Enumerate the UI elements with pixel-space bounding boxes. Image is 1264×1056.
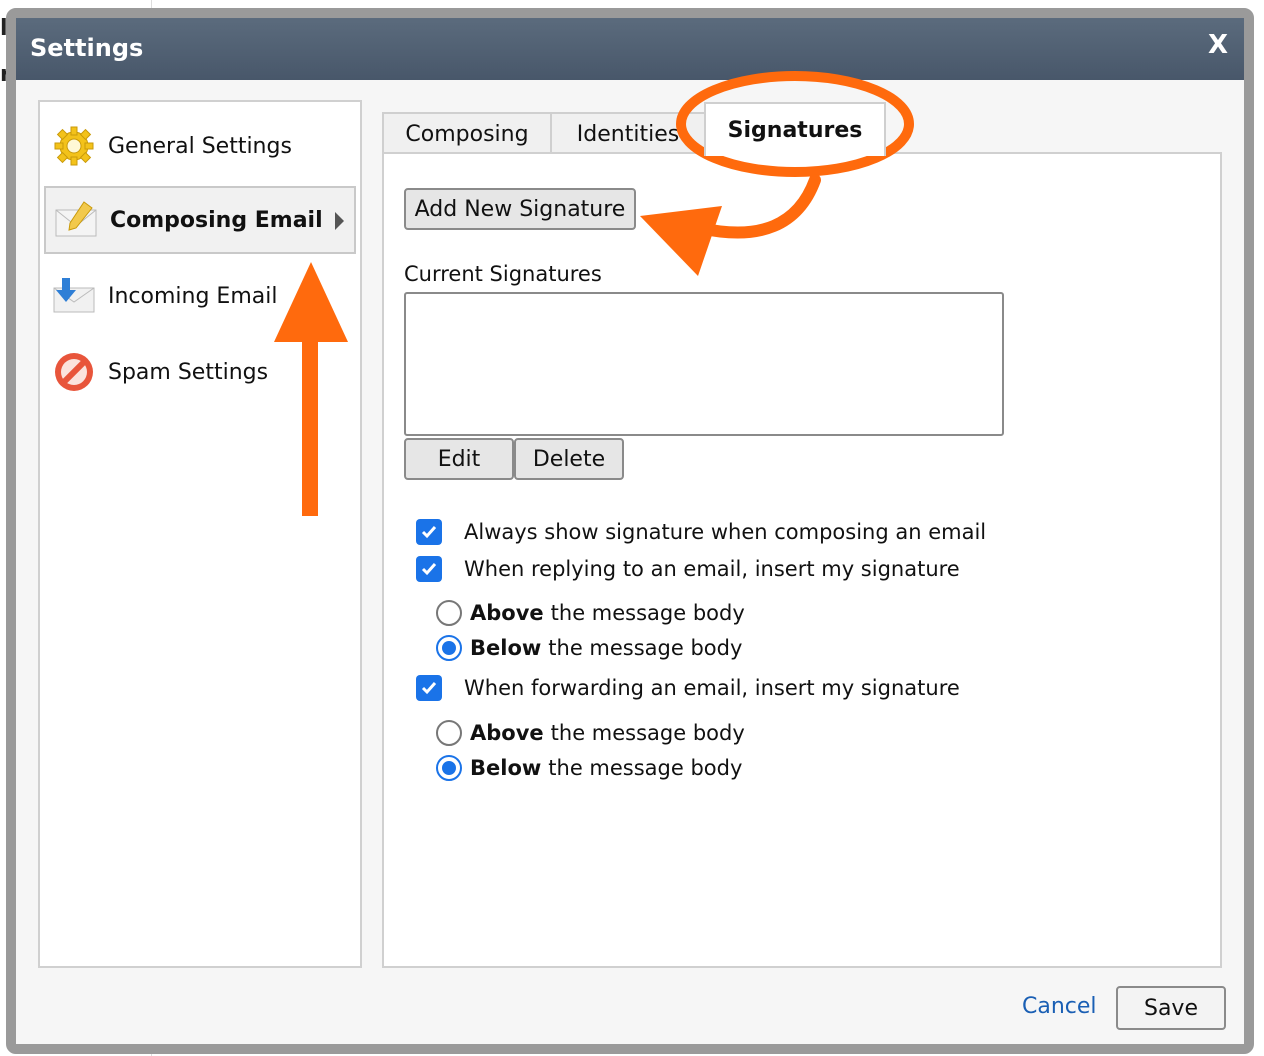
tab-signatures[interactable]: Signatures xyxy=(704,102,886,156)
settings-sidebar: General Settings Composing Email Incomin… xyxy=(38,100,362,968)
option-label: When forwarding an email, insert my sign… xyxy=(464,676,960,700)
reply-checkbox[interactable] xyxy=(416,556,442,582)
signatures-list[interactable] xyxy=(404,292,1004,436)
dialog-title: Settings xyxy=(30,34,144,62)
option-label-bold: Above xyxy=(470,601,544,625)
reply-above-option: Above the message body xyxy=(436,600,745,626)
tab-label: Identities xyxy=(576,121,680,147)
forward-below-option: Below the message body xyxy=(436,755,742,781)
chevron-right-icon xyxy=(335,212,344,230)
edit-button[interactable]: Edit xyxy=(404,438,514,480)
sidebar-item-composing-email[interactable]: Composing Email xyxy=(44,186,356,254)
tab-label: Composing xyxy=(405,121,529,147)
tab-label: Signatures xyxy=(727,117,863,143)
forward-above-radio[interactable] xyxy=(436,720,462,746)
sidebar-item-label: Spam Settings xyxy=(108,359,269,385)
sidebar-item-spam-settings[interactable]: Spam Settings xyxy=(44,338,356,406)
signatures-panel: Add New Signature Current Signatures Edi… xyxy=(382,152,1222,968)
sidebar-item-general-settings[interactable]: General Settings xyxy=(44,112,356,180)
close-icon[interactable]: X xyxy=(1208,30,1228,60)
no-entry-icon xyxy=(52,350,96,394)
reply-below-radio[interactable] xyxy=(436,635,462,661)
forward-checkbox[interactable] xyxy=(416,675,442,701)
checkmark-icon xyxy=(421,563,437,576)
cancel-link[interactable]: Cancel xyxy=(1022,994,1097,1019)
always-show-checkbox[interactable] xyxy=(416,519,442,545)
reply-below-option: Below the message body xyxy=(436,635,742,661)
add-new-signature-button[interactable]: Add New Signature xyxy=(404,188,636,230)
option-label: the message body xyxy=(548,636,743,660)
sidebar-item-label: Composing Email xyxy=(110,207,323,233)
checkmark-icon xyxy=(421,526,437,539)
checkmark-icon xyxy=(421,682,437,695)
option-label-bold: Below xyxy=(470,756,542,780)
option-label: the message body xyxy=(550,601,745,625)
tab-identities[interactable]: Identities xyxy=(550,112,706,154)
option-label: When replying to an email, insert my sig… xyxy=(464,557,960,581)
reply-signature-option: When replying to an email, insert my sig… xyxy=(416,556,960,582)
forward-below-radio[interactable] xyxy=(436,755,462,781)
current-signatures-label: Current Signatures xyxy=(404,262,602,286)
sidebar-item-incoming-email[interactable]: Incoming Email xyxy=(44,262,356,330)
settings-dialog: Settings X General Settings Composing Em… xyxy=(6,8,1254,1054)
always-show-signature-option: Always show signature when composing an … xyxy=(416,519,986,545)
dialog-titlebar: Settings X xyxy=(16,18,1244,80)
incoming-mail-icon xyxy=(52,274,96,318)
envelope-pencil-icon xyxy=(54,198,98,242)
tab-composing[interactable]: Composing xyxy=(382,112,552,154)
gear-icon xyxy=(52,124,96,168)
delete-button[interactable]: Delete xyxy=(514,438,624,480)
sidebar-item-label: Incoming Email xyxy=(108,283,278,309)
forward-above-option: Above the message body xyxy=(436,720,745,746)
option-label-bold: Below xyxy=(470,636,542,660)
option-label: the message body xyxy=(548,756,743,780)
reply-above-radio[interactable] xyxy=(436,600,462,626)
sidebar-item-label: General Settings xyxy=(108,133,292,159)
option-label-bold: Above xyxy=(470,721,544,745)
forward-signature-option: When forwarding an email, insert my sign… xyxy=(416,675,960,701)
option-label: the message body xyxy=(550,721,745,745)
save-button[interactable]: Save xyxy=(1116,986,1226,1030)
option-label: Always show signature when composing an … xyxy=(464,520,987,544)
